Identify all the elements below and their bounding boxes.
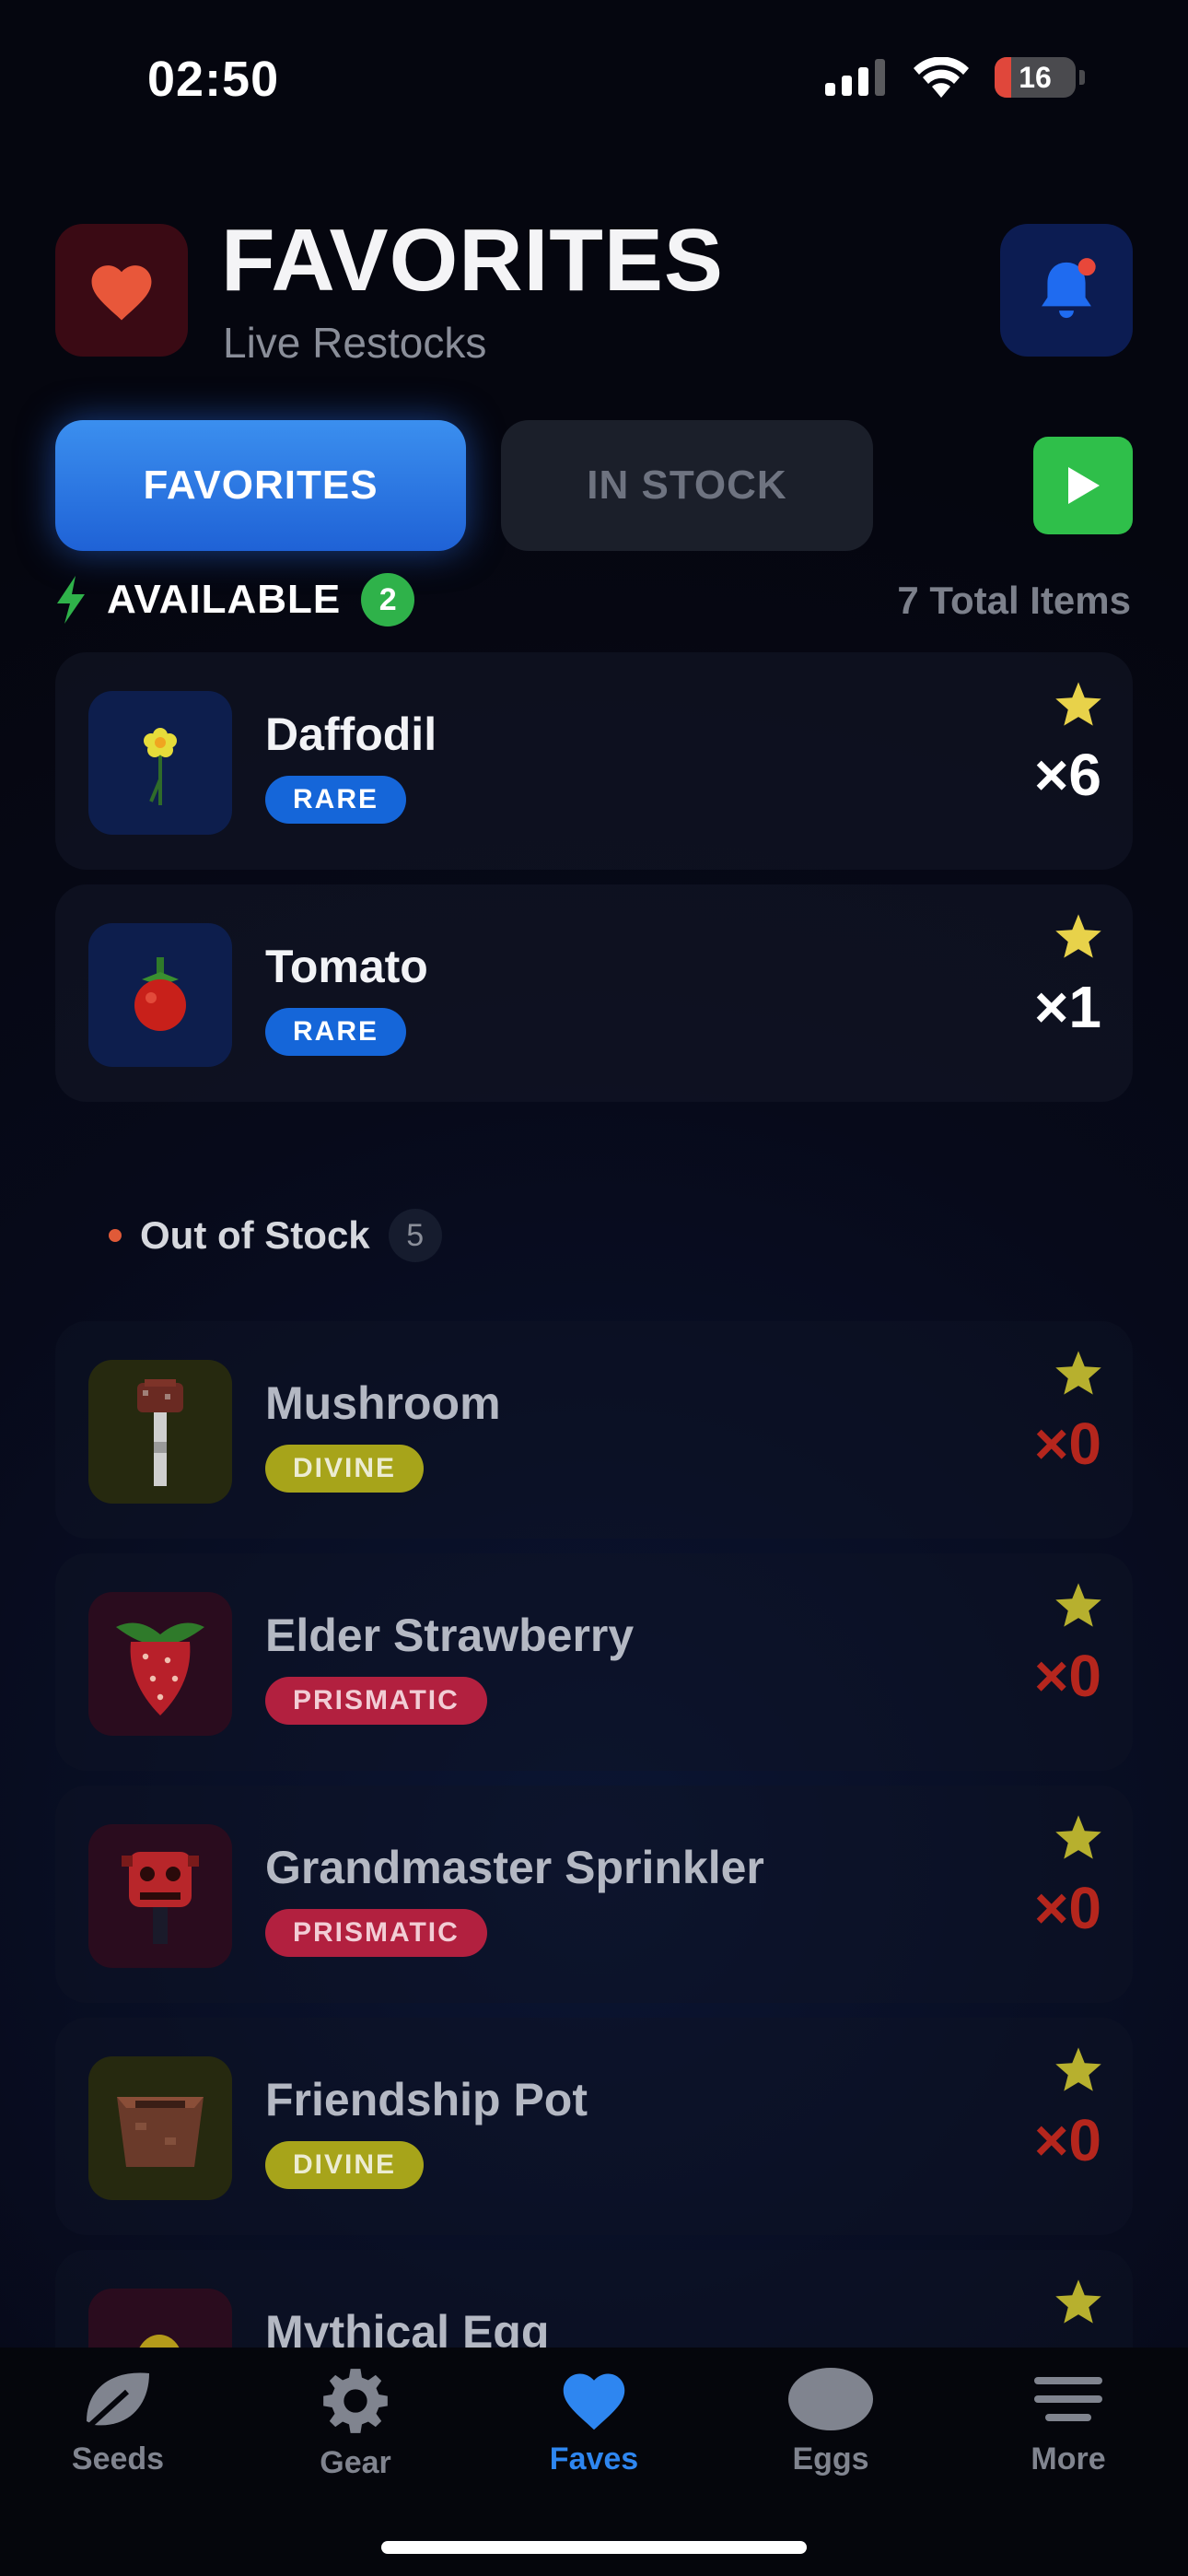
nav-more[interactable]: More (976, 2366, 1160, 2477)
available-count-badge: 2 (361, 573, 415, 626)
available-header: AVAILABLE 2 (55, 573, 415, 626)
rarity-badge: PRISMATIC (265, 1909, 487, 1957)
nav-gear[interactable]: Gear (263, 2366, 448, 2481)
item-quantity: ×0 (1034, 1643, 1101, 1709)
cellular-signal-icon (825, 59, 885, 96)
out-of-stock-count-badge: 5 (388, 1209, 442, 1262)
rarity-badge: DIVINE (265, 2141, 425, 2189)
out-of-stock-label: Out of Stock (140, 1213, 370, 1257)
item-card[interactable]: Elder Strawberry PRISMATIC ×0 (55, 1553, 1133, 1771)
item-card[interactable]: Friendship Pot DIVINE ×0 (55, 2018, 1133, 2235)
item-quantity: ×0 (1034, 2107, 1101, 2173)
egg-icon (788, 2368, 873, 2430)
status-dot-icon (109, 1229, 122, 1242)
star-icon[interactable] (1054, 2045, 1103, 2093)
star-icon[interactable] (1054, 1581, 1103, 1629)
nav-label: More (1031, 2441, 1106, 2476)
item-quantity: ×1 (1034, 974, 1101, 1040)
status-time: 02:50 (147, 52, 280, 107)
item-card[interactable]: Mushroom DIVINE ×0 (55, 1321, 1133, 1539)
item-name: Friendship Pot (265, 2074, 588, 2125)
status-icons: 16 (825, 57, 1085, 98)
star-icon[interactable] (1054, 912, 1103, 960)
favorites-logo (55, 224, 188, 357)
item-card[interactable]: Tomato RARE ×1 (55, 884, 1133, 1102)
battery-indicator: 16 (995, 57, 1076, 98)
nav-label: Faves (549, 2441, 639, 2476)
pot-icon (88, 2056, 232, 2200)
rarity-badge: RARE (265, 776, 407, 824)
star-icon[interactable] (1054, 1349, 1103, 1397)
star-icon[interactable] (1054, 2277, 1103, 2325)
mushroom-icon (88, 1360, 232, 1504)
nav-label: Gear (320, 2445, 391, 2480)
nav-seeds[interactable]: Seeds (26, 2366, 210, 2477)
heart-icon (563, 2373, 625, 2430)
available-label: AVAILABLE (107, 577, 342, 622)
star-icon[interactable] (1054, 1813, 1103, 1861)
battery-level: 16 (1019, 60, 1052, 94)
rarity-badge: RARE (265, 1008, 407, 1056)
item-quantity: ×0 (1034, 1411, 1101, 1477)
strawberry-icon (88, 1592, 232, 1736)
page-subtitle: Live Restocks (223, 319, 487, 367)
nav-label: Eggs (792, 2441, 869, 2476)
notifications-button[interactable] (1000, 224, 1133, 357)
sprinkler-icon (88, 1824, 232, 1968)
home-indicator[interactable] (381, 2541, 807, 2554)
item-card[interactable]: Grandmaster Sprinkler PRISMATIC ×0 (55, 1786, 1133, 2003)
tab-in-stock[interactable]: IN STOCK (501, 420, 873, 551)
daffodil-icon (88, 691, 232, 835)
item-quantity: ×6 (1034, 742, 1101, 808)
nav-faves[interactable]: Faves (502, 2366, 686, 2477)
wifi-icon (914, 57, 969, 98)
total-items: 7 Total Items (897, 579, 1131, 622)
tomato-icon (88, 923, 232, 1067)
gear-icon (323, 2369, 388, 2433)
item-name: Elder Strawberry (265, 1610, 635, 1661)
item-name: Tomato (265, 941, 428, 992)
menu-icon (1034, 2377, 1102, 2421)
item-quantity: ×0 (1034, 1875, 1101, 1941)
heart-icon (91, 265, 152, 321)
play-button[interactable] (1033, 437, 1133, 534)
tab-favorites[interactable]: FAVORITES (55, 420, 466, 551)
item-name: Daffodil (265, 708, 437, 760)
rarity-badge: DIVINE (265, 1445, 425, 1493)
nav-label: Seeds (71, 2441, 165, 2476)
page-title: FAVORITES (221, 211, 724, 310)
nav-eggs[interactable]: Eggs (739, 2366, 923, 2477)
leaf-icon (84, 2372, 149, 2431)
item-card[interactable]: Daffodil RARE ×6 (55, 652, 1133, 870)
play-icon (1068, 467, 1100, 504)
out-of-stock-header: Out of Stock 5 (109, 1209, 442, 1262)
lightning-icon (57, 576, 85, 624)
bell-icon (1042, 258, 1096, 319)
star-icon[interactable] (1054, 680, 1103, 728)
rarity-badge: PRISMATIC (265, 1677, 487, 1725)
item-name: Mushroom (265, 1377, 501, 1429)
item-name: Grandmaster Sprinkler (265, 1842, 764, 1893)
